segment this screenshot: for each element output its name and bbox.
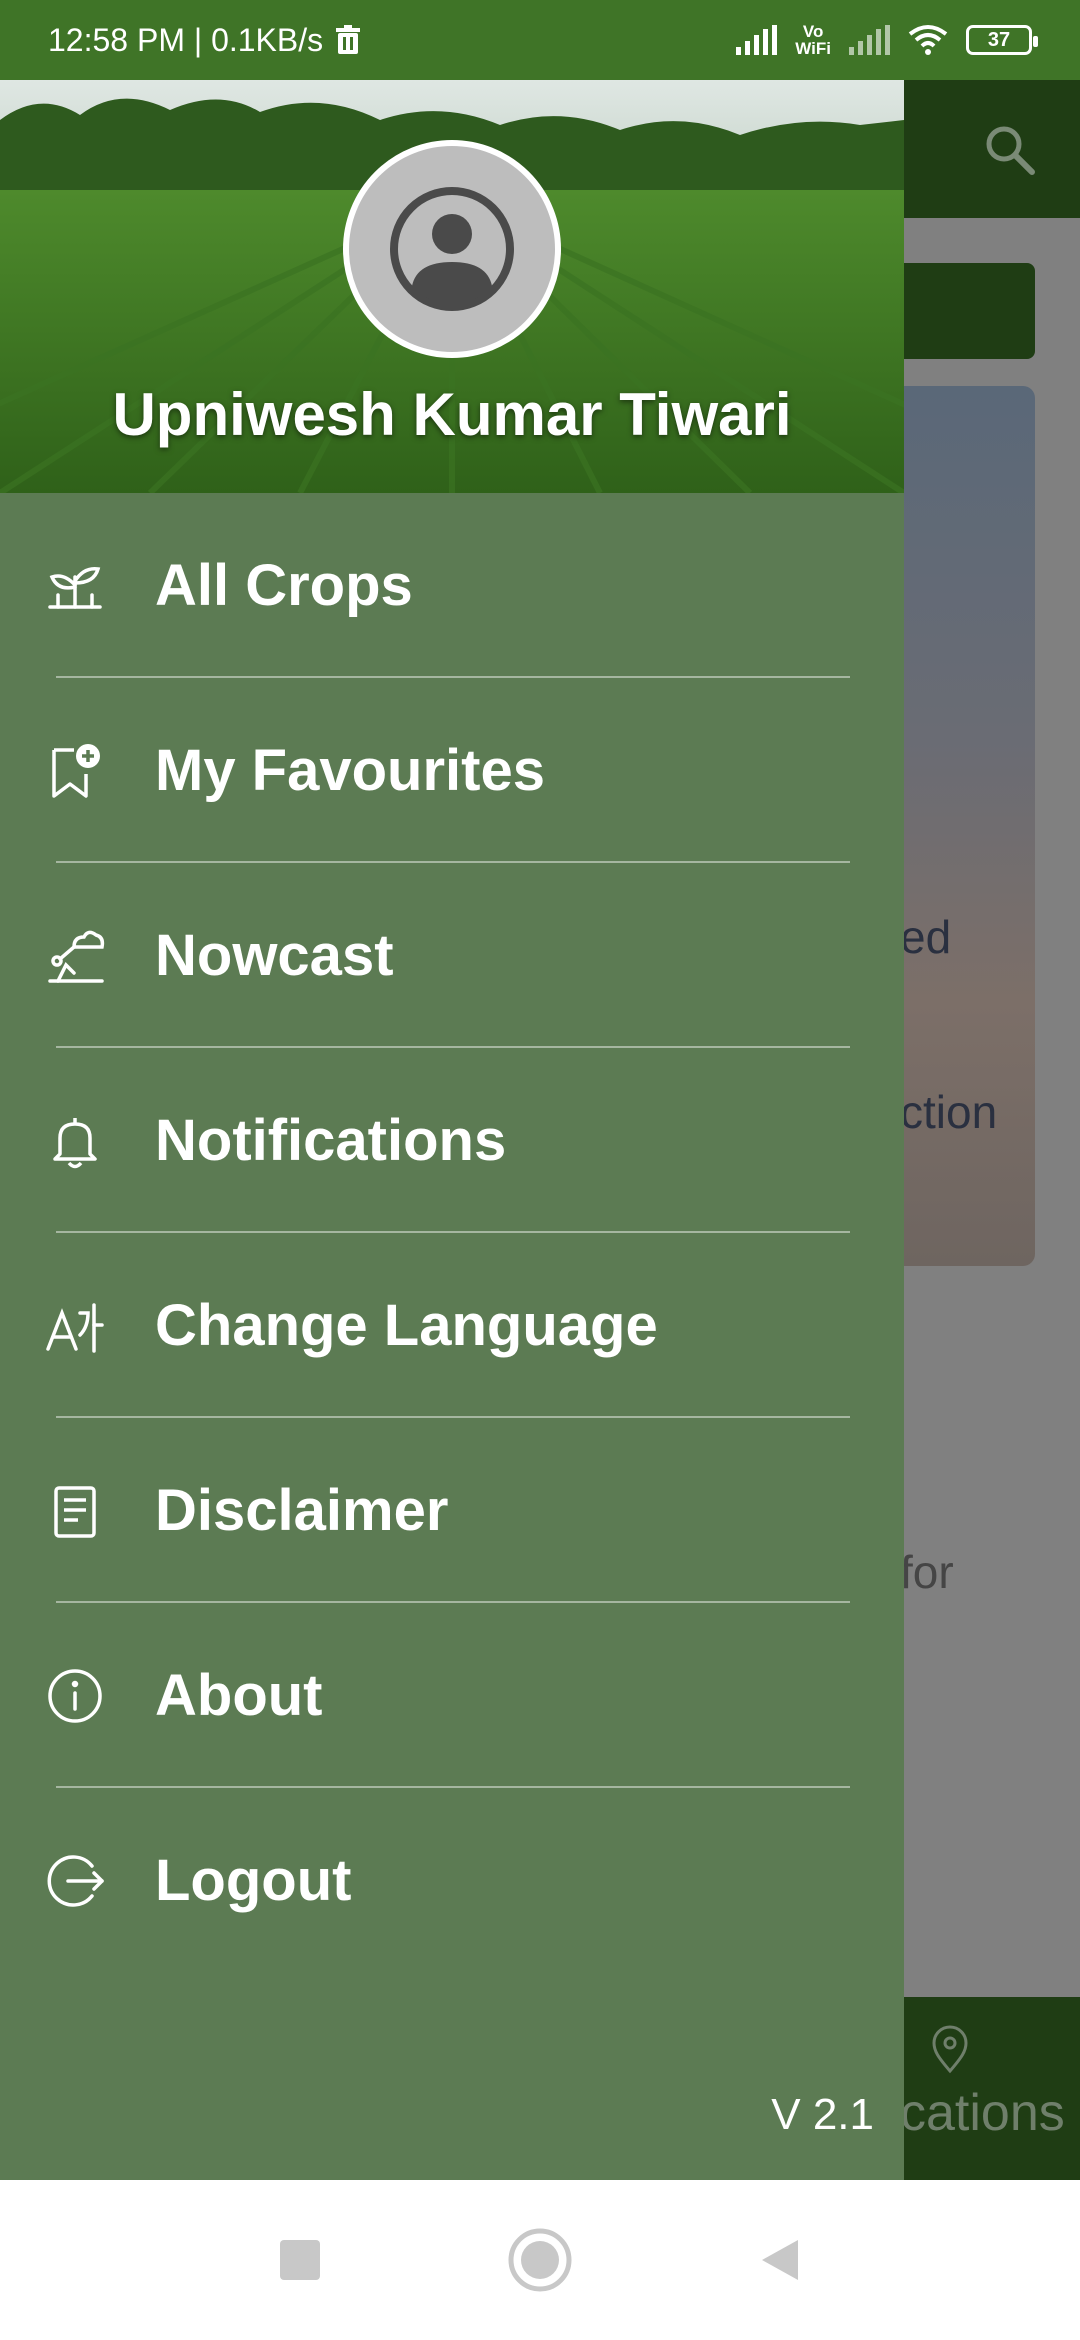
menu-item-all-crops[interactable]: All Crops — [0, 493, 904, 678]
location-icon[interactable] — [928, 2025, 972, 2075]
weather-cloud-icon — [44, 925, 106, 987]
menu-item-about[interactable]: About — [0, 1603, 904, 1788]
background-text-2: ction — [900, 1086, 998, 1138]
background-text-3: for — [900, 1546, 954, 1598]
menu-label-all-crops: All Crops — [155, 553, 413, 618]
background-text-4: cations — [900, 2084, 1065, 2142]
drawer-menu: All Crops My Favourites Nowcast Notifica… — [0, 493, 904, 1973]
drawer-header: Upniwesh Kumar Tiwari — [0, 80, 904, 493]
avatar[interactable] — [343, 140, 561, 358]
menu-item-logout[interactable]: Logout — [0, 1788, 904, 1973]
square-icon — [280, 2240, 320, 2280]
menu-item-my-favourites[interactable]: My Favourites — [0, 678, 904, 863]
trash-icon — [336, 25, 361, 54]
menu-label-logout: Logout — [155, 1848, 352, 1913]
user-name: Upniwesh Kumar Tiwari — [112, 381, 792, 448]
seedling-icon — [44, 555, 106, 617]
back-button[interactable] — [740, 2220, 820, 2300]
background-text-1: ed — [900, 911, 952, 963]
signal-icon — [736, 25, 778, 55]
menu-item-change-language[interactable]: Change Language — [0, 1233, 904, 1418]
translate-icon — [44, 1295, 106, 1357]
menu-label-about: About — [155, 1663, 323, 1728]
menu-item-nowcast[interactable]: Nowcast — [0, 863, 904, 1048]
home-circle-icon — [508, 2228, 572, 2292]
user-icon — [390, 187, 514, 311]
menu-label-nowcast: Nowcast — [155, 923, 394, 988]
signal-icon-2 — [849, 25, 890, 55]
system-nav-bar — [0, 2180, 1080, 2340]
menu-label-change-language: Change Language — [155, 1293, 658, 1358]
status-bar: 12:58 PM | 0.1KB/s Vo WiFi 37 — [0, 0, 1080, 80]
menu-item-disclaimer[interactable]: Disclaimer — [0, 1418, 904, 1603]
battery-icon: 37 — [966, 25, 1038, 55]
menu-item-notifications[interactable]: Notifications — [0, 1048, 904, 1233]
document-icon — [44, 1480, 106, 1542]
back-triangle-icon — [762, 2240, 798, 2280]
navigation-drawer: Upniwesh Kumar Tiwari All Crops My Favou… — [0, 80, 904, 2180]
wifi-icon — [908, 25, 948, 55]
info-icon — [44, 1665, 106, 1727]
logout-icon — [44, 1850, 106, 1912]
search-icon[interactable] — [980, 120, 1040, 180]
menu-label-notifications: Notifications — [155, 1108, 507, 1173]
bookmark-add-icon — [44, 740, 106, 802]
bell-icon — [44, 1110, 106, 1172]
menu-label-my-favourites: My Favourites — [155, 738, 545, 803]
menu-label-disclaimer: Disclaimer — [155, 1478, 449, 1543]
status-time: 12:58 PM | 0.1KB/s — [48, 21, 324, 58]
home-button[interactable] — [500, 2220, 580, 2300]
app-version: V 2.1 — [771, 2090, 874, 2139]
vowifi-icon: Vo WiFi — [795, 22, 831, 58]
recents-button[interactable] — [260, 2220, 340, 2300]
